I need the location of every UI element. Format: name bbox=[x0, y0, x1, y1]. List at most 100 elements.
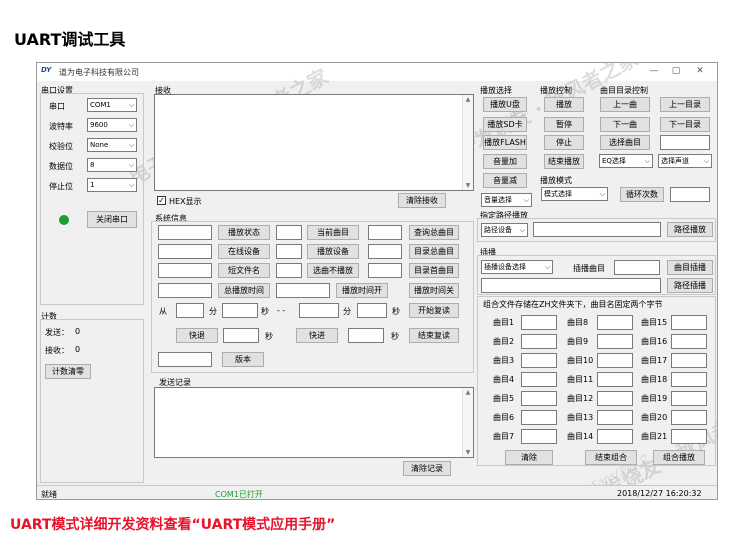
maximize-button[interactable]: ▢ bbox=[669, 65, 683, 78]
receive-textarea[interactable]: ▲ ▼ bbox=[154, 94, 474, 191]
to-second-input[interactable] bbox=[357, 303, 387, 318]
combo-track-input[interactable] bbox=[597, 334, 633, 349]
prev-dir-button[interactable]: 上一目录 bbox=[660, 97, 710, 112]
scroll-up-icon[interactable]: ▲ bbox=[463, 96, 473, 103]
stop-button[interactable]: 停止 bbox=[544, 135, 584, 150]
path-device-select[interactable]: 路径设备 ⌵ bbox=[481, 223, 528, 237]
combo-track-input[interactable] bbox=[521, 334, 557, 349]
short-filename-button[interactable]: 短文件名 bbox=[218, 263, 270, 278]
serial-port-select[interactable]: COM1 ⌵ bbox=[87, 98, 137, 112]
play-udisk-button[interactable]: 播放U盘 bbox=[483, 97, 527, 112]
insert-path-button[interactable]: 路径插播 bbox=[667, 278, 713, 293]
select-no-play-input[interactable] bbox=[276, 263, 302, 278]
combo-clear-button[interactable]: 清除 bbox=[505, 450, 553, 465]
combo-track-input[interactable] bbox=[597, 429, 633, 444]
combo-track-input[interactable] bbox=[597, 315, 633, 330]
loop-count-button[interactable]: 循环次数 bbox=[620, 187, 664, 202]
combo-track-input[interactable] bbox=[671, 334, 707, 349]
combo-track-input[interactable] bbox=[521, 315, 557, 330]
next-track-button[interactable]: 下一曲 bbox=[600, 117, 650, 132]
pause-button[interactable]: 暂停 bbox=[544, 117, 584, 132]
clear-receive-button[interactable]: 清除接收 bbox=[398, 193, 446, 208]
play-status-button[interactable]: 播放状态 bbox=[218, 225, 270, 240]
insert-track-input[interactable] bbox=[614, 260, 660, 275]
volume-select[interactable]: 音量选择 ⌵ bbox=[481, 193, 532, 207]
combo-play-button[interactable]: 组合播放 bbox=[653, 450, 705, 465]
current-track-button[interactable]: 当前曲目 bbox=[307, 225, 359, 240]
channel-select[interactable]: 选择声道 ⌵ bbox=[658, 154, 712, 168]
combo-track-input[interactable] bbox=[671, 410, 707, 425]
clear-count-button[interactable]: 计数清零 bbox=[45, 364, 91, 379]
forward-seconds-input[interactable] bbox=[348, 328, 384, 343]
end-play-button[interactable]: 结束播放 bbox=[544, 154, 584, 169]
play-time-off-button[interactable]: 播放时间关 bbox=[409, 283, 459, 298]
online-device-button[interactable]: 在线设备 bbox=[218, 244, 270, 259]
send-record-textarea[interactable]: ▲ ▼ bbox=[154, 387, 474, 458]
play-time-on-button[interactable]: 播放时间开 bbox=[336, 283, 388, 298]
volume-up-button[interactable]: 音量加 bbox=[483, 154, 527, 169]
receive-scrollbar[interactable]: ▲ ▼ bbox=[462, 95, 473, 190]
volume-down-button[interactable]: 音量减 bbox=[483, 173, 527, 188]
combo-track-input[interactable] bbox=[671, 353, 707, 368]
stop-bits-select[interactable]: 1 ⌵ bbox=[87, 178, 137, 192]
play-flash-button[interactable]: 播放FLASH bbox=[483, 135, 527, 150]
forward-button[interactable]: 快进 bbox=[296, 328, 338, 343]
prev-track-button[interactable]: 上一曲 bbox=[600, 97, 650, 112]
select-track-button[interactable]: 选择曲目 bbox=[600, 135, 650, 150]
minimize-button[interactable]: — bbox=[647, 65, 661, 78]
combo-track-input[interactable] bbox=[671, 315, 707, 330]
track-number-input[interactable] bbox=[660, 135, 710, 150]
scroll-down-icon[interactable]: ▼ bbox=[463, 182, 473, 189]
end-repeat-button[interactable]: 结束复读 bbox=[409, 328, 459, 343]
rewind-seconds-input[interactable] bbox=[223, 328, 259, 343]
path-input[interactable] bbox=[533, 222, 661, 237]
combo-track-input[interactable] bbox=[597, 353, 633, 368]
combo-track-input[interactable] bbox=[521, 410, 557, 425]
version-button[interactable]: 版本 bbox=[222, 352, 264, 367]
loop-count-input[interactable] bbox=[670, 187, 710, 202]
dir-total-tracks-button[interactable]: 目录总曲目 bbox=[409, 244, 459, 259]
path-play-button[interactable]: 路径播放 bbox=[667, 222, 713, 237]
from-minute-input[interactable] bbox=[176, 303, 204, 318]
send-record-scrollbar[interactable]: ▲ ▼ bbox=[462, 388, 473, 457]
scroll-up-icon[interactable]: ▲ bbox=[463, 389, 473, 396]
combo-track-input[interactable] bbox=[521, 372, 557, 387]
combo-track-input[interactable] bbox=[597, 391, 633, 406]
combo-track-input[interactable] bbox=[521, 353, 557, 368]
dir-first-track-button[interactable]: 目录首曲目 bbox=[409, 263, 459, 278]
baud-rate-select[interactable]: 9600 ⌵ bbox=[87, 118, 137, 132]
insert-path-input[interactable] bbox=[481, 278, 661, 293]
play-button[interactable]: 播放 bbox=[544, 97, 584, 112]
play-sdcard-button[interactable]: 播放SD卡 bbox=[483, 117, 527, 132]
chevron-down-icon: ⌵ bbox=[128, 101, 134, 109]
insert-device-select[interactable]: 插播设备选择 ⌵ bbox=[481, 260, 553, 274]
combo-track-input[interactable] bbox=[671, 429, 707, 444]
combo-track-input[interactable] bbox=[597, 410, 633, 425]
mode-select[interactable]: 模式选择 ⌵ bbox=[541, 187, 608, 201]
clear-record-button[interactable]: 清除记录 bbox=[403, 461, 451, 476]
insert-track-button[interactable]: 曲目插播 bbox=[667, 260, 713, 275]
data-bits-select[interactable]: 8 ⌵ bbox=[87, 158, 137, 172]
rewind-button[interactable]: 快退 bbox=[176, 328, 218, 343]
total-play-time-button[interactable]: 总播放时间 bbox=[218, 283, 270, 298]
combo-track-input[interactable] bbox=[671, 372, 707, 387]
next-dir-button[interactable]: 下一目录 bbox=[660, 117, 710, 132]
select-no-play-button[interactable]: 选曲不播放 bbox=[307, 263, 359, 278]
combo-track-input[interactable] bbox=[521, 429, 557, 444]
from-second-input[interactable] bbox=[222, 303, 258, 318]
query-total-tracks-button[interactable]: 查询总曲目 bbox=[409, 225, 459, 240]
to-minute-input[interactable] bbox=[299, 303, 339, 318]
combo-track-input[interactable] bbox=[521, 391, 557, 406]
eq-select[interactable]: EQ选择 ⌵ bbox=[599, 154, 653, 168]
combo-track-input[interactable] bbox=[671, 391, 707, 406]
close-serial-button[interactable]: 关闭串口 bbox=[87, 211, 137, 228]
combo-end-button[interactable]: 结束组合 bbox=[585, 450, 637, 465]
total-tracks-display bbox=[368, 225, 402, 240]
hex-display-checkbox[interactable]: ✓ bbox=[157, 196, 166, 205]
play-device-button[interactable]: 播放设备 bbox=[307, 244, 359, 259]
start-repeat-button[interactable]: 开始复读 bbox=[409, 303, 459, 318]
parity-select[interactable]: None ⌵ bbox=[87, 138, 137, 152]
scroll-down-icon[interactable]: ▼ bbox=[463, 449, 473, 456]
close-window-button[interactable]: ✕ bbox=[693, 65, 707, 78]
combo-track-input[interactable] bbox=[597, 372, 633, 387]
